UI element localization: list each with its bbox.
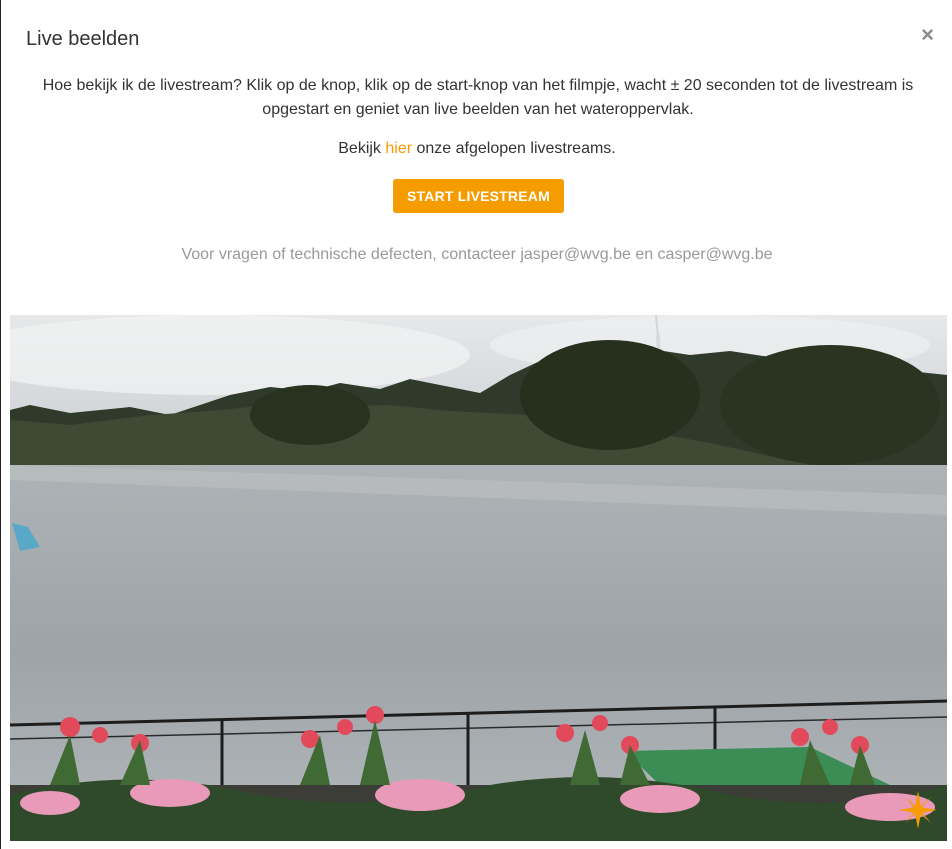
intro-text: Hoe bekijk ik de livestream? Klik op de … [42,77,914,118]
livestream-video[interactable] [10,315,947,841]
live-images-modal: Live beelden × Hoe bekijk ik de livestre… [0,0,952,849]
contact-text: Voor vragen of technische defecten, cont… [181,246,773,263]
archive-link[interactable]: hier [385,140,412,157]
close-button[interactable]: × [921,24,934,46]
compass-star-icon [899,791,937,829]
modal-title: Live beelden [26,28,140,50]
archive-line: Bekijk hier onze afgelopen livestreams. [1,138,952,160]
start-livestream-button[interactable]: START LIVESTREAM [393,179,564,213]
archive-suffix: onze afgelopen livestreams. [412,140,616,157]
lake-scene-image [10,315,947,841]
archive-prefix: Bekijk [338,140,386,157]
